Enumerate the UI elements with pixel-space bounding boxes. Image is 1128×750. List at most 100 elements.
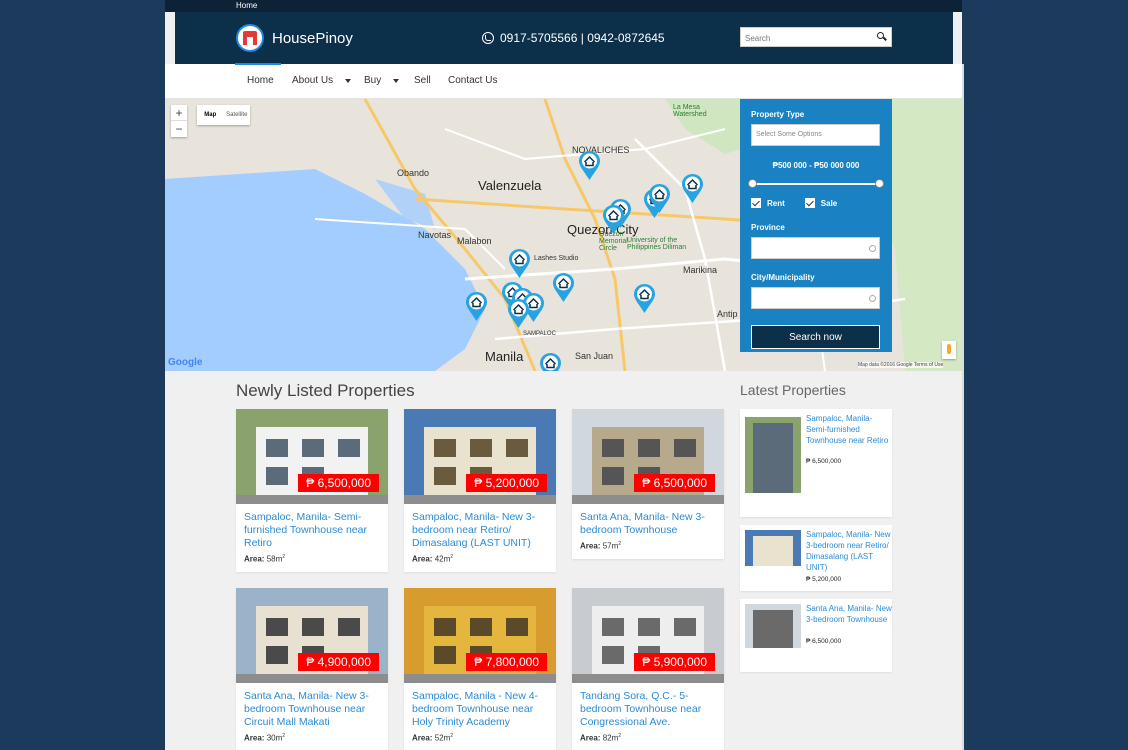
property-type-select[interactable]: Select Some Options [751,124,880,146]
price-badge: ₱ 6,500,000 [298,474,379,492]
slider-max-handle[interactable] [875,179,884,188]
property-pin-icon[interactable] [507,299,530,329]
property-card[interactable]: ₱ 4,900,000 Santa Ana, Manila- New 3-bedr… [236,588,388,750]
property-area: Area: 57m2 [572,537,724,559]
property-pin-icon[interactable] [465,292,488,322]
sale-label: Sale [820,198,838,208]
province-select[interactable] [751,237,880,259]
header-search [740,27,892,48]
slider-min-handle[interactable] [748,179,757,188]
zoom-in-button[interactable]: + [171,105,187,121]
latest-price: ₱ 6,500,000 [806,638,842,645]
latest-property-item[interactable]: Sampaloc, Manila- New 3-bedroom near Ret… [740,525,892,591]
property-photo[interactable]: ₱ 7,800,000 [404,588,556,683]
top-strip: Home [165,0,962,12]
map-credit[interactable]: Map data ©2016 Google Terms of Use [858,362,944,368]
property-card[interactable]: ₱ 5,900,000 Tandang Sora, Q.C.- 5-bedroom… [572,588,724,750]
city-select[interactable] [751,287,880,309]
property-pin-icon[interactable] [552,273,575,303]
price-range-label: ₱500 000 - ₱50 000 000 [772,161,860,170]
property-photo[interactable]: ₱ 5,900,000 [572,588,724,683]
latest-thumbnail-image [745,417,801,493]
place-san-juan: San Juan [575,351,614,361]
property-title-link[interactable]: Santa Ana, Manila- New 3-bedroom Townhou… [572,504,724,537]
nav-label: Sell [414,75,431,86]
search-icon[interactable] [877,32,887,42]
property-pin-icon[interactable] [539,353,562,371]
property-card[interactable]: ₱ 6,500,000 Sampaloc, Manila- Semi-furnis… [236,409,388,572]
latest-property-item[interactable]: Santa Ana, Manila- New 3-bedroom Townhou… [740,599,892,672]
street-view-pegman-icon[interactable] [942,341,956,359]
property-pin-icon[interactable] [681,174,704,204]
nav-label: Buy [364,75,382,86]
nav-buy[interactable]: Buy [364,75,400,86]
property-photo[interactable]: ₱ 6,500,000 [236,409,388,504]
property-photo[interactable]: ₱ 4,900,000 [236,588,388,683]
price-badge: ₱ 6,500,000 [634,474,715,492]
place-malabon: Malabon [457,236,492,246]
property-area: Area: 52m2 [404,729,556,750]
latest-properties-heading: Latest Properties [740,382,846,398]
area-label: Area: [244,733,265,743]
area-value: 82 [602,733,612,743]
price-badge: ₱ 5,900,000 [634,653,715,671]
property-pin-icon[interactable] [602,205,625,235]
nav-sell[interactable]: Sell [414,75,431,86]
area-value: 42 [434,554,444,564]
sale-checkbox[interactable] [804,198,815,208]
zoom-out-button[interactable]: − [171,121,187,137]
sale-option[interactable]: Sale [804,198,838,208]
property-title-link[interactable]: Sampaloc, Manila - New 4-bedroom Townhou… [404,683,556,729]
property-pin-icon[interactable] [633,284,656,314]
latest-title-link[interactable]: Sampaloc, Manila- New 3-bedroom near Ret… [806,529,892,573]
rent-option[interactable]: Rent [751,198,785,208]
search-input[interactable] [741,29,869,48]
zoom-control: + − [171,105,187,137]
place-sampaloc: SAMPALOC [523,331,556,337]
property-card[interactable]: ₱ 5,200,000 Sampaloc, Manila- New 3-bedro… [404,409,556,572]
home-link-top[interactable]: Home [236,1,257,10]
city-label: City/Municipality [751,273,815,282]
brand-name[interactable]: HousePinoy [272,30,353,47]
area-value: 30 [266,733,276,743]
area-value: 57 [602,541,612,551]
place-antipolo: Antip [717,309,738,319]
property-pin-icon[interactable] [578,151,601,181]
property-pin-icon[interactable] [508,249,531,279]
nav-home[interactable]: Home [235,63,281,86]
latest-thumbnail[interactable] [745,530,801,566]
latest-title-link[interactable]: Sampaloc, Manila- Semi-furnished Townhou… [806,413,892,446]
search-now-button[interactable]: Search now [751,325,880,349]
map-type-satellite[interactable]: Satellite [224,105,251,125]
area-exponent: 2 [618,733,622,739]
property-title-link[interactable]: Sampaloc, Manila- New 3-bedroom near Ret… [404,504,556,550]
property-title-link[interactable]: Sampaloc, Manila- Semi-furnished Townhou… [236,504,388,550]
property-photo[interactable]: ₱ 5,200,000 [404,409,556,504]
latest-thumbnail[interactable] [745,417,801,493]
latest-thumbnail-image [745,604,801,648]
price-badge: ₱ 4,900,000 [298,653,379,671]
listing-type-checks: Rent Sale [751,198,881,208]
property-photo[interactable]: ₱ 6,500,000 [572,409,724,504]
area-value: 52 [434,733,444,743]
nav-contact-us[interactable]: Contact Us [448,75,497,86]
place-lashes-studio: Lashes Studio [534,255,579,262]
property-card[interactable]: ₱ 7,800,000 Sampaloc, Manila - New 4-bedr… [404,588,556,750]
property-card[interactable]: ₱ 6,500,000 Santa Ana, Manila- New 3-bedr… [572,409,724,559]
house-logo-icon[interactable] [236,24,264,52]
latest-title-link[interactable]: Santa Ana, Manila- New 3-bedroom Townhou… [806,603,892,625]
map-type-map[interactable]: Map [197,105,224,125]
property-area: Area: 42m2 [404,550,556,572]
nav-about-us[interactable]: About Us [292,75,352,86]
area-exponent: 2 [450,733,454,739]
property-title-link[interactable]: Santa Ana, Manila- New 3-bedroom Townhou… [236,683,388,729]
area-label: Area: [412,554,433,564]
rent-checkbox[interactable] [751,198,761,208]
property-area: Area: 30m2 [236,729,388,750]
property-title-link[interactable]: Tandang Sora, Q.C.- 5-bedroom Townhouse … [572,683,724,729]
latest-thumbnail[interactable] [745,604,801,648]
price-range-slider[interactable] [748,179,884,189]
area-exponent: 2 [282,554,286,560]
property-pin-icon[interactable] [648,184,671,214]
latest-property-item[interactable]: Sampaloc, Manila- Semi-furnished Townhou… [740,409,892,517]
